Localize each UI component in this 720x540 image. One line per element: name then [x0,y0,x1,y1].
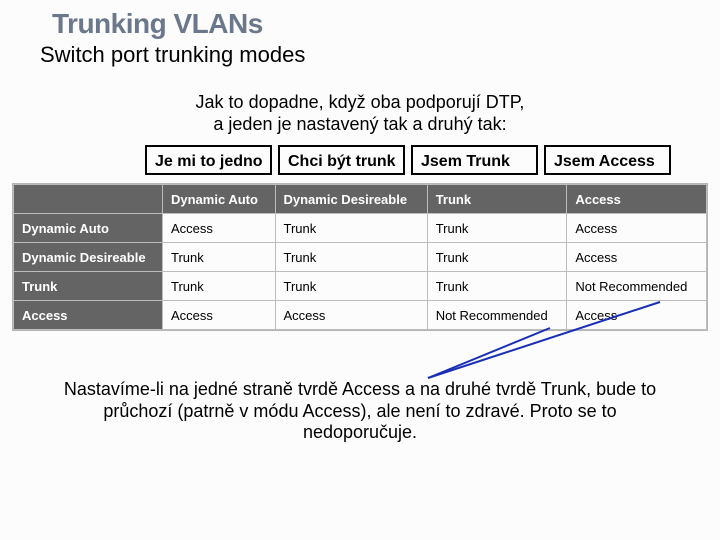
matrix-table-wrap: Dynamic Auto Dynamic Desireable Trunk Ac… [12,183,708,331]
cell: Access [567,301,707,330]
dtp-matrix-table: Dynamic Auto Dynamic Desireable Trunk Ac… [13,184,707,330]
table-row: Dynamic Auto Access Trunk Trunk Access [14,214,707,243]
row-access: Access [14,301,163,330]
cell: Trunk [275,272,427,301]
cell: Access [567,214,707,243]
table-row: Trunk Trunk Trunk Trunk Not Recommended [14,272,707,301]
matrix-header-row: Dynamic Auto Dynamic Desireable Trunk Ac… [14,185,707,214]
cell: Trunk [427,243,567,272]
col-access: Access [567,185,707,214]
col-trunk: Trunk [427,185,567,214]
slide-title: Trunking VLANs [52,8,720,40]
table-row: Access Access Access Not Recommended Acc… [14,301,707,330]
intro-line-1: Jak to dopadne, když oba podporují DTP, [196,92,525,112]
cell: Not Recommended [427,301,567,330]
note-line-1: Nastavíme-li na jedné straně tvrdě Acces… [64,379,656,399]
mode-label-row: Je mi to jedno Chci být trunk Jsem Trunk… [145,145,720,175]
cell: Trunk [275,243,427,272]
note-line-3: nedoporučuje. [303,422,417,442]
col-dynamic-desirable: Dynamic Desireable [275,185,427,214]
row-trunk: Trunk [14,272,163,301]
intro-text: Jak to dopadne, když oba podporují DTP, … [0,92,720,135]
footnote: Nastavíme-li na jedné straně tvrdě Acces… [30,379,690,444]
cell: Trunk [275,214,427,243]
mode-label-desirable: Chci být trunk [278,145,405,175]
cell: Not Recommended [567,272,707,301]
col-dynamic-auto: Dynamic Auto [163,185,276,214]
cell: Trunk [163,243,276,272]
slide-subtitle: Switch port trunking modes [40,42,720,68]
row-dynamic-desirable: Dynamic Desireable [14,243,163,272]
mode-label-access: Jsem Access [544,145,671,175]
intro-line-2: a jeden je nastavený tak a druhý tak: [213,114,506,134]
cell: Access [163,214,276,243]
cell: Access [275,301,427,330]
table-row: Dynamic Desireable Trunk Trunk Trunk Acc… [14,243,707,272]
cell: Access [163,301,276,330]
cell: Trunk [427,272,567,301]
matrix-corner [14,185,163,214]
row-dynamic-auto: Dynamic Auto [14,214,163,243]
mode-label-trunk: Jsem Trunk [411,145,538,175]
annotation-line-icon [428,328,550,378]
cell: Trunk [163,272,276,301]
note-line-2: průchozí (patrně v módu Access), ale nen… [103,401,616,421]
cell: Access [567,243,707,272]
cell: Trunk [427,214,567,243]
mode-label-auto: Je mi to jedno [145,145,272,175]
